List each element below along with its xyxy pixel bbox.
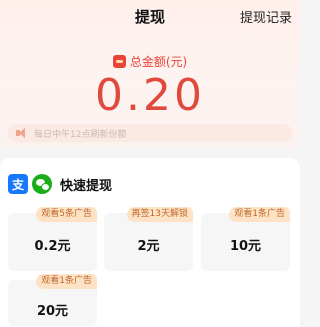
wechat-icon[interactable] xyxy=(32,174,52,194)
withdraw-option-card[interactable]: 再签13天解锁 2元 xyxy=(104,207,193,271)
balance-amount: 0.20 xyxy=(95,70,205,121)
withdraw-option-card[interactable]: 观看5条广告 0.2元 xyxy=(8,207,97,271)
withdraw-panel: 支 快速提现 观看5条广告 0.2元 再签13天解锁 2元 观看1条广告 10元… xyxy=(0,158,300,327)
option-badge: 再签13天解锁 xyxy=(126,207,193,222)
withdraw-option-card[interactable]: 观看1条广告 20元 xyxy=(8,274,97,326)
withdraw-record-link[interactable]: 提现记录 xyxy=(240,7,292,26)
option-badge: 观看1条广告 xyxy=(36,274,97,289)
option-value: 2元 xyxy=(137,239,160,254)
option-badge: 观看1条广告 xyxy=(229,207,290,222)
refresh-notice: 每日中午12点刷新份额 xyxy=(8,124,292,142)
withdraw-method-row: 支 快速提现 xyxy=(8,174,112,194)
wallet-icon xyxy=(112,55,126,68)
amount-label-row: 总金额(元) xyxy=(0,53,300,70)
option-value: 10元 xyxy=(229,239,262,254)
amount-label: 总金额(元) xyxy=(129,55,188,69)
balance-header: 提现 提现记录 总金额(元) 0.20 每日中午12点刷新份额 xyxy=(0,0,300,148)
alipay-icon[interactable]: 支 xyxy=(8,174,28,194)
withdraw-title: 快速提现 xyxy=(60,178,113,194)
speaker-icon xyxy=(16,128,28,138)
notice-text: 每日中午12点刷新份额 xyxy=(34,129,127,140)
option-badge: 观看5条广告 xyxy=(36,207,97,222)
option-value: 20元 xyxy=(36,304,69,319)
option-value: 0.2元 xyxy=(34,239,71,254)
withdraw-option-card[interactable]: 观看1条广告 10元 xyxy=(201,207,290,271)
